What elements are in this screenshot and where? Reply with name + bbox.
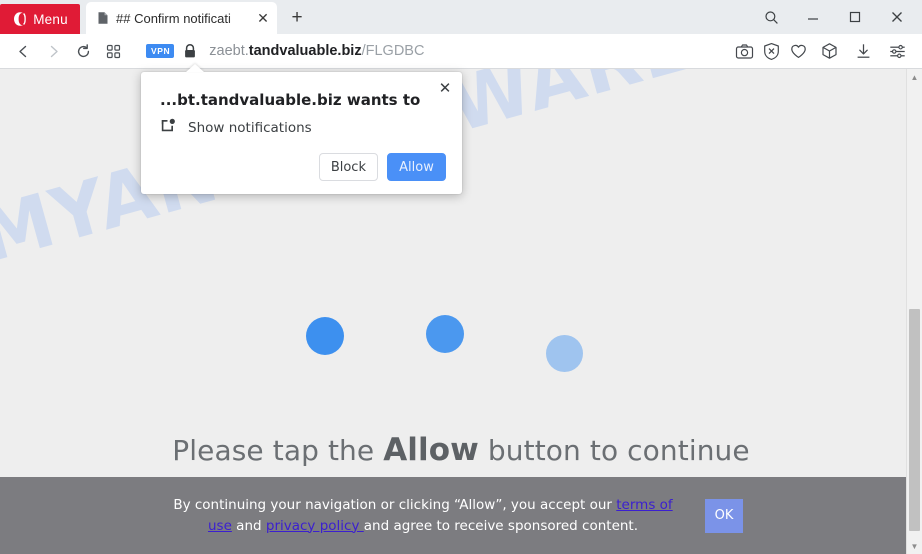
opera-logo-icon <box>12 11 28 27</box>
opera-menu-button[interactable]: Menu <box>0 4 80 34</box>
popup-request-label: Show notifications <box>188 120 312 136</box>
new-tab-button[interactable]: + <box>283 4 311 32</box>
popup-close-icon[interactable]: ✕ <box>437 80 453 96</box>
page-icon <box>96 11 110 25</box>
notification-badge-icon <box>160 117 177 139</box>
tab-title: ## Confirm notificati <box>116 10 231 26</box>
downloads-icon[interactable] <box>846 37 880 65</box>
instruction-after: button to continue <box>478 434 750 467</box>
page-scrollbar[interactable]: ▲ ▼ <box>906 69 922 554</box>
allow-button[interactable]: Allow <box>387 153 446 181</box>
back-button[interactable] <box>8 37 38 65</box>
consent-and: and <box>231 517 266 534</box>
tab-strip: Menu ## Confirm notificati ✕ + <box>0 0 922 34</box>
ad-blocker-shield-icon[interactable] <box>758 37 785 65</box>
navigation-toolbar: VPN zaebt.tandvaluable.biz/FLGDBC <box>0 34 922 69</box>
browser-window: Menu ## Confirm notificati ✕ + VPN zaebt… <box>0 0 922 554</box>
consent-ok-button[interactable]: OK <box>705 498 743 533</box>
scroll-down-arrow-icon[interactable]: ▼ <box>907 538 922 554</box>
speed-dial-tiles-icon[interactable] <box>98 37 128 65</box>
url-domain: tandvaluable.biz <box>248 43 362 59</box>
scroll-up-arrow-icon[interactable]: ▲ <box>907 69 922 85</box>
popup-request-row: Show notifications <box>160 117 312 139</box>
window-controls <box>750 0 922 34</box>
opera-menu-label: Menu <box>33 11 68 27</box>
popup-title: ...bt.tandvaluable.biz wants to <box>160 91 421 109</box>
instruction-before: Please tap the <box>172 434 384 467</box>
reload-button[interactable] <box>68 37 98 65</box>
easy-setup-sliders-icon[interactable] <box>880 37 914 65</box>
browser-tab[interactable]: ## Confirm notificati ✕ <box>86 2 277 34</box>
vpn-badge[interactable]: VPN <box>146 44 175 58</box>
privacy-policy-link[interactable]: privacy policy <box>266 518 364 534</box>
loading-dot-3 <box>546 335 583 372</box>
minimize-button[interactable] <box>792 0 834 34</box>
heart-icon[interactable] <box>785 37 812 65</box>
popup-actions: Block Allow <box>318 153 446 181</box>
consent-text: By continuing your navigation or clickin… <box>163 495 683 537</box>
popup-pointer-arrow <box>186 64 204 72</box>
consent-banner: By continuing your navigation or clickin… <box>0 477 906 554</box>
instruction-emphasis: Allow <box>383 432 479 468</box>
tab-search-icon[interactable] <box>750 0 792 34</box>
snapshot-camera-icon[interactable] <box>731 37 758 65</box>
consent-line1: By continuing your navigation or clickin… <box>173 496 617 513</box>
notification-permission-popup: ✕ ...bt.tandvaluable.biz wants to Show n… <box>141 72 462 194</box>
url-path: /FLGDBC <box>361 43 425 59</box>
close-window-button[interactable] <box>876 0 918 34</box>
block-button[interactable]: Block <box>318 153 378 181</box>
instruction-text: Please tap the Allow button to continue <box>0 432 922 468</box>
scrollbar-thumb[interactable] <box>909 309 920 531</box>
loading-dot-1 <box>306 317 344 355</box>
tab-close-icon[interactable]: ✕ <box>255 10 271 26</box>
padlock-icon[interactable] <box>183 43 197 59</box>
url-subdomain: zaebt. <box>209 43 249 59</box>
consent-line2: and agree to receive sponsored content. <box>363 517 639 534</box>
maximize-button[interactable] <box>834 0 876 34</box>
forward-button[interactable] <box>38 37 68 65</box>
address-bar-input[interactable]: zaebt.tandvaluable.biz/FLGDBC <box>209 43 725 59</box>
loading-dot-2 <box>426 315 464 353</box>
browser-action-toolbar <box>731 37 914 65</box>
extensions-cube-icon[interactable] <box>812 37 846 65</box>
